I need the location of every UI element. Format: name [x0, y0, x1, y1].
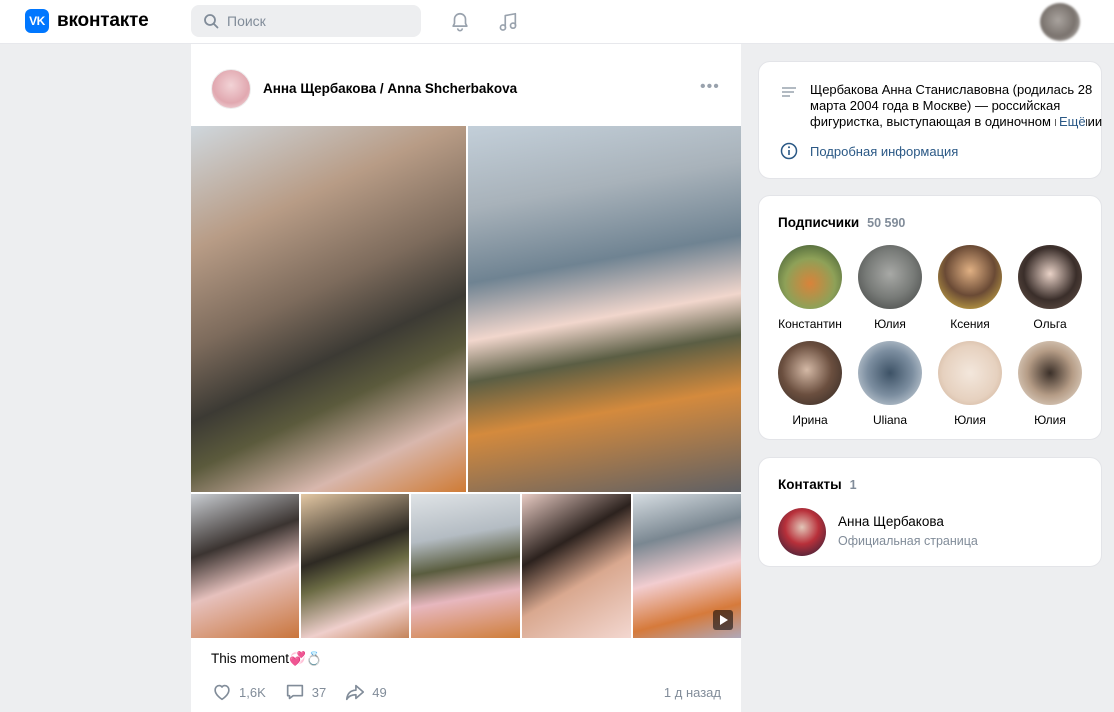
heart-icon [214, 684, 230, 701]
post-photo-2[interactable] [468, 126, 741, 492]
play-icon [713, 610, 733, 630]
avatar [858, 341, 922, 405]
post-actions: 1,6K 37 49 1 д назад [211, 681, 721, 703]
notifications-bell-icon[interactable] [448, 10, 472, 34]
search-input[interactable] [227, 13, 407, 29]
details-link[interactable]: Подробная информация [780, 142, 958, 160]
user-avatar[interactable] [1040, 3, 1080, 41]
music-note-icon[interactable] [496, 10, 520, 34]
avatar [938, 245, 1002, 309]
post-card: Анна Щербакова / Anna Shcherbakova ••• T… [191, 44, 741, 712]
subscriber-item[interactable]: Ирина [770, 341, 850, 427]
subscriber-item[interactable]: Юлия [850, 245, 930, 331]
post-date[interactable]: 1 д назад [664, 685, 721, 700]
post-photo-1[interactable] [191, 126, 466, 492]
like-button[interactable]: 1,6K [211, 681, 266, 703]
subscriber-item[interactable]: Константин [770, 245, 850, 331]
subscriber-item[interactable]: Юлия [930, 341, 1010, 427]
post-photo-3[interactable] [191, 494, 299, 638]
comment-count: 37 [311, 684, 327, 700]
post-header: Анна Щербакова / Anna Shcherbakova ••• [191, 44, 741, 126]
avatar[interactable] [778, 508, 826, 556]
post-more-icon[interactable]: ••• [700, 79, 720, 95]
avatar [858, 245, 922, 309]
subscribers-card: Подписчики 50 590 Константин Юлия Ксения… [758, 195, 1102, 440]
details-label: Подробная информация [810, 143, 959, 159]
subscriber-name: Юлия [954, 413, 986, 427]
post-photo-6[interactable] [522, 494, 631, 638]
subscriber-item[interactable]: Юлия [1010, 341, 1090, 427]
avatar [778, 341, 842, 405]
vk-logo[interactable]: VK вконтакте [25, 9, 149, 33]
contact-subtitle: Официальная страница [838, 534, 978, 548]
subscriber-name: Ксения [950, 317, 990, 331]
vk-logo-icon: VK [25, 9, 49, 33]
top-header: VK вконтакте [0, 0, 1114, 44]
search-box[interactable] [191, 5, 421, 37]
author-avatar[interactable] [211, 69, 251, 109]
contact-name[interactable]: Анна Щербакова [838, 514, 944, 529]
avatar [778, 245, 842, 309]
subscriber-name: Ирина [792, 413, 828, 427]
avatar [938, 341, 1002, 405]
share-button[interactable]: 49 [344, 681, 387, 703]
subscriber-name: Юлия [1034, 413, 1066, 427]
subscriber-item[interactable]: Uliana [850, 341, 930, 427]
subscribers-count: 50 590 [867, 216, 906, 230]
share-count: 49 [372, 684, 387, 700]
comment-button[interactable]: 37 [284, 681, 326, 703]
avatar [1018, 245, 1082, 309]
subscriber-item[interactable]: Ксения [930, 245, 1010, 331]
search-icon [204, 14, 219, 29]
share-icon [346, 684, 365, 701]
avatar [1018, 341, 1082, 405]
subscribers-header[interactable]: Подписчики 50 590 [778, 215, 905, 230]
about-more-link[interactable]: Ещё [1056, 114, 1086, 130]
vk-logo-text: вконтакте [57, 10, 149, 31]
info-icon [780, 142, 798, 160]
post-photo-4[interactable] [301, 494, 409, 638]
subscriber-name: Ольга [1033, 317, 1067, 331]
like-count: 1,6K [239, 684, 266, 700]
post-author-name[interactable]: Анна Щербакова / Anna Shcherbakova [263, 81, 517, 96]
contacts-count: 1 [849, 478, 857, 492]
contacts-title: Контакты [778, 477, 842, 492]
subscriber-name: Юлия [874, 317, 906, 331]
contacts-header[interactable]: Контакты 1 [778, 477, 857, 492]
text-lines-icon [782, 87, 796, 97]
contacts-card: Контакты 1 Анна Щербакова Официальная ст… [758, 457, 1102, 567]
subscriber-name: Uliana [872, 413, 908, 427]
post-video-7[interactable] [633, 494, 741, 638]
about-card: Щербакова Анна Станиславовна (родилась 2… [758, 61, 1102, 179]
subscriber-item[interactable]: Ольга [1010, 245, 1090, 331]
subscriber-name: Константин [778, 317, 842, 331]
subscribers-title: Подписчики [778, 215, 860, 230]
post-text: This moment💞💍 [211, 651, 323, 666]
comment-icon [286, 684, 303, 700]
post-photo-5[interactable] [411, 494, 520, 638]
